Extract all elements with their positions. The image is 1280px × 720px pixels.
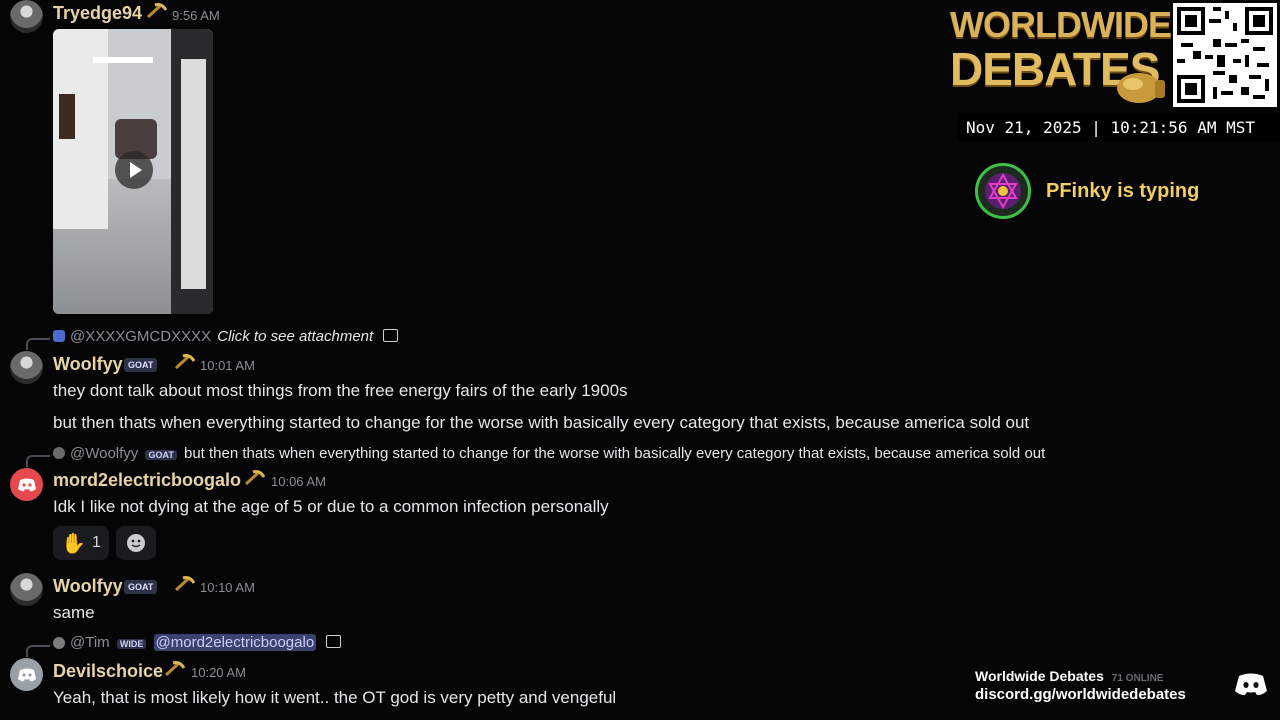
reaction-thumbs-up[interactable]: ✋ 1 [53,526,109,560]
message-text: they dont talk about most things from th… [53,381,628,400]
timestamp: 10:01 AM [200,358,255,373]
timestamp: 9:56 AM [172,8,220,23]
picture-frame [59,94,75,139]
pickaxe-icon [244,470,265,486]
role-badge[interactable]: GOAT [124,358,158,372]
datetime-bar: Nov 21, 2025 | 10:21:56 AM MST [958,113,1280,141]
timestamp: 10:10 AM [200,580,255,595]
reply-role-badge: GOAT [145,450,177,460]
pickaxe-icon [146,3,167,19]
thumbs-up-icon: ✋ [61,532,86,555]
ceiling-light [93,57,153,63]
add-reaction-button[interactable] [116,526,156,560]
reply-text[interactable]: Click to see attachment [217,328,373,345]
pickaxe-icon [164,661,185,677]
author-name[interactable]: Woolfyy [53,576,123,597]
discord-icon [17,478,36,491]
hallway-door-frame [181,59,206,289]
online-count: 71 ONLINE [1111,673,1164,684]
reply-text[interactable]: but then thats when everything started t… [184,445,1045,462]
reply-username[interactable]: @XXXXGMCDXXXX [70,328,211,345]
avatar[interactable] [10,0,43,33]
author-name[interactable]: Woolfyy [53,354,123,375]
logo-text-line1: WORLDWIDE [950,4,1172,45]
server-name-text: Worldwide Debates [975,668,1104,684]
reply-connector [26,338,50,350]
message-text: but then thats when everything started t… [53,413,1030,432]
discord-logo-icon [1235,673,1267,696]
image-icon [383,329,399,342]
datetime-text: Nov 21, 2025 | 10:21:56 AM MST [966,118,1255,137]
boxing-glove-icon [1117,73,1165,103]
play-button[interactable] [115,151,153,189]
discord-icon [17,668,36,681]
reply-preview[interactable]: @Woolfyy GOAT but then thats when everyt… [70,445,1045,462]
avatar[interactable] [10,573,43,606]
author-name[interactable]: Tryedge94 [53,3,142,24]
author-name[interactable]: mord2electricboogalo [53,470,241,491]
reply-connector [26,645,50,657]
reply-preview[interactable]: @XXXXGMCDXXXX Click to see attachment [70,328,399,345]
message-text: same [53,603,95,622]
reply-preview[interactable]: @Tim WIDE @mord2electricboogalo [70,634,342,651]
reply-username[interactable]: @Woolfyy [70,445,138,462]
reply-role-badge: WIDE [116,639,147,649]
qr-code[interactable] [1173,3,1277,107]
typing-indicator-text: PFinky is typing [1046,180,1200,202]
video-attachment[interactable] [53,29,213,314]
reply-connector [26,455,50,467]
role-badge[interactable]: GOAT [124,580,158,594]
smiley-icon [127,534,145,552]
star-emblem-icon [985,172,1021,210]
reply-mention[interactable]: @mord2electricboogalo [153,634,317,651]
author-name[interactable]: Devilschoice [53,661,163,682]
message-text: Idk I like not dying at the age of 5 or … [53,497,609,516]
timestamp: 10:06 AM [271,474,326,489]
avatar[interactable] [10,351,43,384]
pickaxe-icon [174,354,195,370]
message-text: Yeah, that is most likely how it went.. … [53,688,617,707]
timestamp: 10:20 AM [191,665,246,680]
reaction-count: 1 [92,534,101,551]
image-icon [326,635,342,648]
reply-avatar [53,330,65,342]
reply-avatar [53,637,65,649]
avatar[interactable] [10,658,43,691]
avatar[interactable] [10,468,43,501]
server-name: Worldwide Debates 71 ONLINE [975,668,1163,684]
invite-link[interactable]: discord.gg/worldwidedebates [975,686,1186,703]
pickaxe-icon [174,576,195,592]
reply-username[interactable]: @Tim [70,634,110,651]
typing-avatar [975,163,1031,219]
reply-avatar [53,447,65,459]
play-icon [130,162,142,178]
